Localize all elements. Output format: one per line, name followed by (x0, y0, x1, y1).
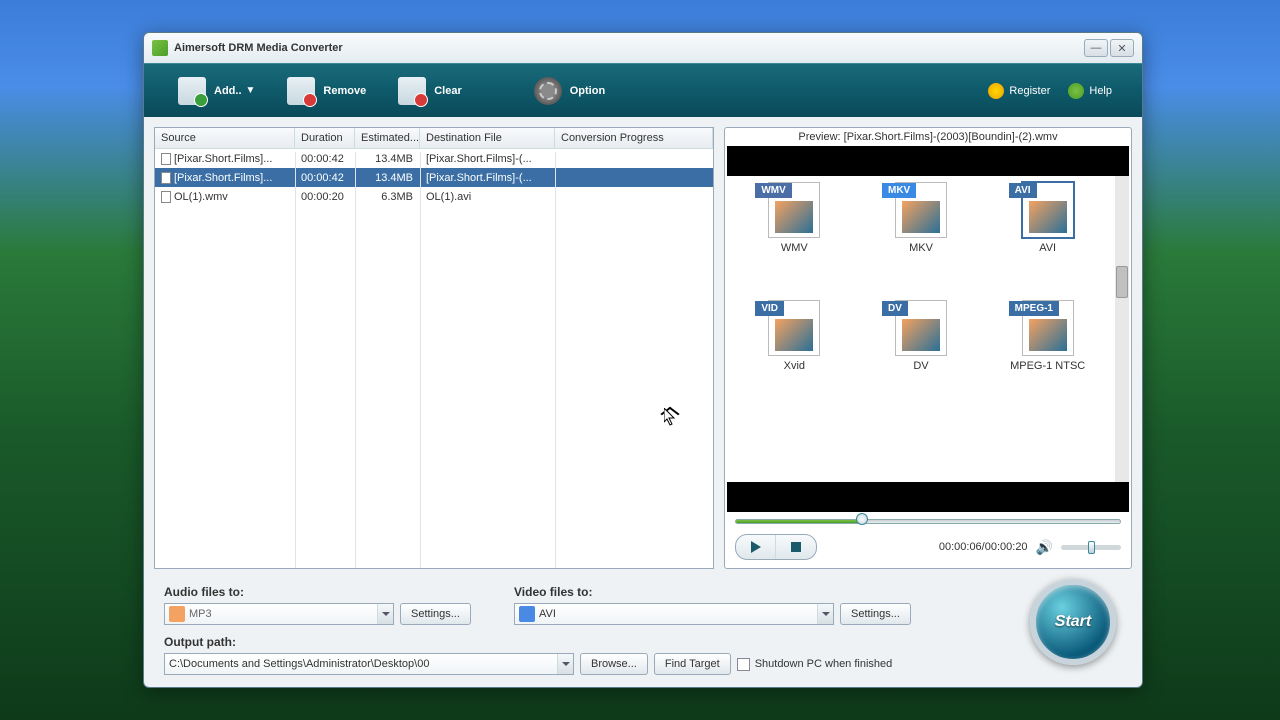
format-item[interactable]: MPEG-1 MPEG-1 NTSC (984, 298, 1111, 416)
col-destination[interactable]: Destination File (420, 128, 555, 148)
playback-time: 00:00:06/00:00:20 (939, 541, 1028, 553)
table-row[interactable]: [Pixar.Short.Films]...00:00:4213.4MB[Pix… (155, 149, 713, 168)
chevron-down-icon[interactable] (377, 604, 393, 624)
main-toolbar: Add.. ▼ Remove Clear Option Register Hel… (144, 63, 1142, 117)
col-progress[interactable]: Conversion Progress (555, 128, 713, 148)
file-icon (161, 191, 171, 203)
gear-icon (534, 77, 562, 105)
video-settings-button[interactable]: Settings... (840, 603, 911, 625)
add-icon (178, 77, 206, 105)
option-button[interactable]: Option (530, 73, 609, 109)
table-row[interactable]: OL(1).wmv00:00:206.3MBOL(1).avi (155, 187, 713, 206)
video-value: AVI (539, 608, 813, 620)
start-button[interactable]: Start (1030, 579, 1116, 665)
browse-button[interactable]: Browse... (580, 653, 648, 675)
remove-button[interactable]: Remove (283, 73, 370, 109)
audio-format-combo[interactable]: MP3 (164, 603, 394, 625)
format-item[interactable]: WMV WMV (731, 180, 858, 298)
audio-value: MP3 (189, 608, 373, 620)
format-thumb: WMV (768, 182, 820, 238)
format-label: Xvid (784, 360, 805, 372)
music-icon (169, 606, 185, 622)
remove-label: Remove (323, 85, 366, 97)
format-label: AVI (1039, 242, 1056, 254)
output-label: Output path: (164, 635, 974, 649)
clear-button[interactable]: Clear (394, 73, 466, 109)
output-path-combo[interactable]: C:\Documents and Settings\Administrator\… (164, 653, 574, 675)
app-icon (152, 40, 168, 56)
video-icon (519, 606, 535, 622)
volume-slider[interactable] (1061, 545, 1121, 550)
table-header[interactable]: Source Duration Estimated... Destination… (155, 128, 713, 149)
table-body[interactable]: [Pixar.Short.Films]...00:00:4213.4MB[Pix… (155, 149, 713, 568)
find-target-button[interactable]: Find Target (654, 653, 731, 675)
format-thumb: DV (895, 300, 947, 356)
format-label: DV (913, 360, 928, 372)
preview-video[interactable]: WMVWMVMKVMKVAVIAVIVIDXvidDVDVMPEG-1MPEG-… (727, 146, 1129, 512)
preview-panel: Preview: [Pixar.Short.Films]-(2003)[Boun… (724, 127, 1132, 569)
col-source[interactable]: Source (155, 128, 295, 148)
format-scrollbar[interactable] (1115, 176, 1129, 482)
add-button[interactable]: Add.. ▼ (174, 73, 259, 109)
clear-icon (398, 77, 426, 105)
format-label: MPEG-1 NTSC (1010, 360, 1085, 372)
start-label: Start (1055, 613, 1091, 631)
seek-thumb[interactable] (856, 513, 868, 525)
help-label: Help (1089, 85, 1112, 97)
chevron-down-icon[interactable] (557, 654, 573, 674)
format-grid[interactable]: WMVWMVMKVMKVAVIAVIVIDXvidDVDVMPEG-1MPEG-… (727, 176, 1115, 482)
bottom-panel: Audio files to: MP3 Settings... Video fi… (144, 579, 1142, 687)
file-icon (161, 172, 171, 184)
titlebar[interactable]: Aimersoft DRM Media Converter — ✕ (144, 33, 1142, 63)
seek-slider[interactable] (735, 516, 1121, 528)
stop-icon (791, 542, 801, 552)
file-list[interactable]: Source Duration Estimated... Destination… (154, 127, 714, 569)
format-label: WMV (781, 242, 808, 254)
format-thumb: VID (768, 300, 820, 356)
file-icon (161, 153, 171, 165)
shutdown-label: Shutdown PC when finished (755, 658, 893, 670)
table-row[interactable]: [Pixar.Short.Films]...00:00:4213.4MB[Pix… (155, 168, 713, 187)
col-estimated[interactable]: Estimated... (355, 128, 420, 148)
play-button[interactable] (736, 535, 776, 559)
play-icon (751, 541, 761, 553)
volume-icon[interactable]: 🔊 (1036, 539, 1053, 556)
minimize-button[interactable]: — (1084, 39, 1108, 57)
chevron-down-icon[interactable]: ▼ (246, 85, 256, 96)
preview-title: Preview: [Pixar.Short.Films]-(2003)[Boun… (725, 128, 1131, 146)
format-item[interactable]: DV DV (858, 298, 985, 416)
app-window: Aimersoft DRM Media Converter — ✕ Add.. … (143, 32, 1143, 688)
format-thumb: MPEG-1 (1022, 300, 1074, 356)
col-duration[interactable]: Duration (295, 128, 355, 148)
close-button[interactable]: ✕ (1110, 39, 1134, 57)
help-link[interactable]: Help (1068, 83, 1112, 99)
audio-settings-button[interactable]: Settings... (400, 603, 471, 625)
remove-icon (287, 77, 315, 105)
video-format-combo[interactable]: AVI (514, 603, 834, 625)
register-icon (988, 83, 1004, 99)
clear-label: Clear (434, 85, 462, 97)
chevron-down-icon[interactable] (817, 604, 833, 624)
add-label: Add.. (214, 85, 242, 97)
option-label: Option (570, 85, 605, 97)
format-label: MKV (909, 242, 933, 254)
register-link[interactable]: Register (988, 83, 1050, 99)
output-value: C:\Documents and Settings\Administrator\… (169, 658, 553, 670)
video-label: Video files to: (514, 585, 974, 599)
help-icon (1068, 83, 1084, 99)
volume-thumb[interactable] (1088, 541, 1095, 554)
window-title: Aimersoft DRM Media Converter (174, 42, 343, 54)
format-thumb: MKV (895, 182, 947, 238)
audio-label: Audio files to: (164, 585, 514, 599)
register-label: Register (1009, 85, 1050, 97)
format-item[interactable]: VID Xvid (731, 298, 858, 416)
format-item[interactable]: AVI AVI (984, 180, 1111, 298)
format-thumb: AVI (1022, 182, 1074, 238)
format-item[interactable]: MKV MKV (858, 180, 985, 298)
stop-button[interactable] (776, 535, 816, 559)
shutdown-checkbox[interactable] (737, 658, 750, 671)
